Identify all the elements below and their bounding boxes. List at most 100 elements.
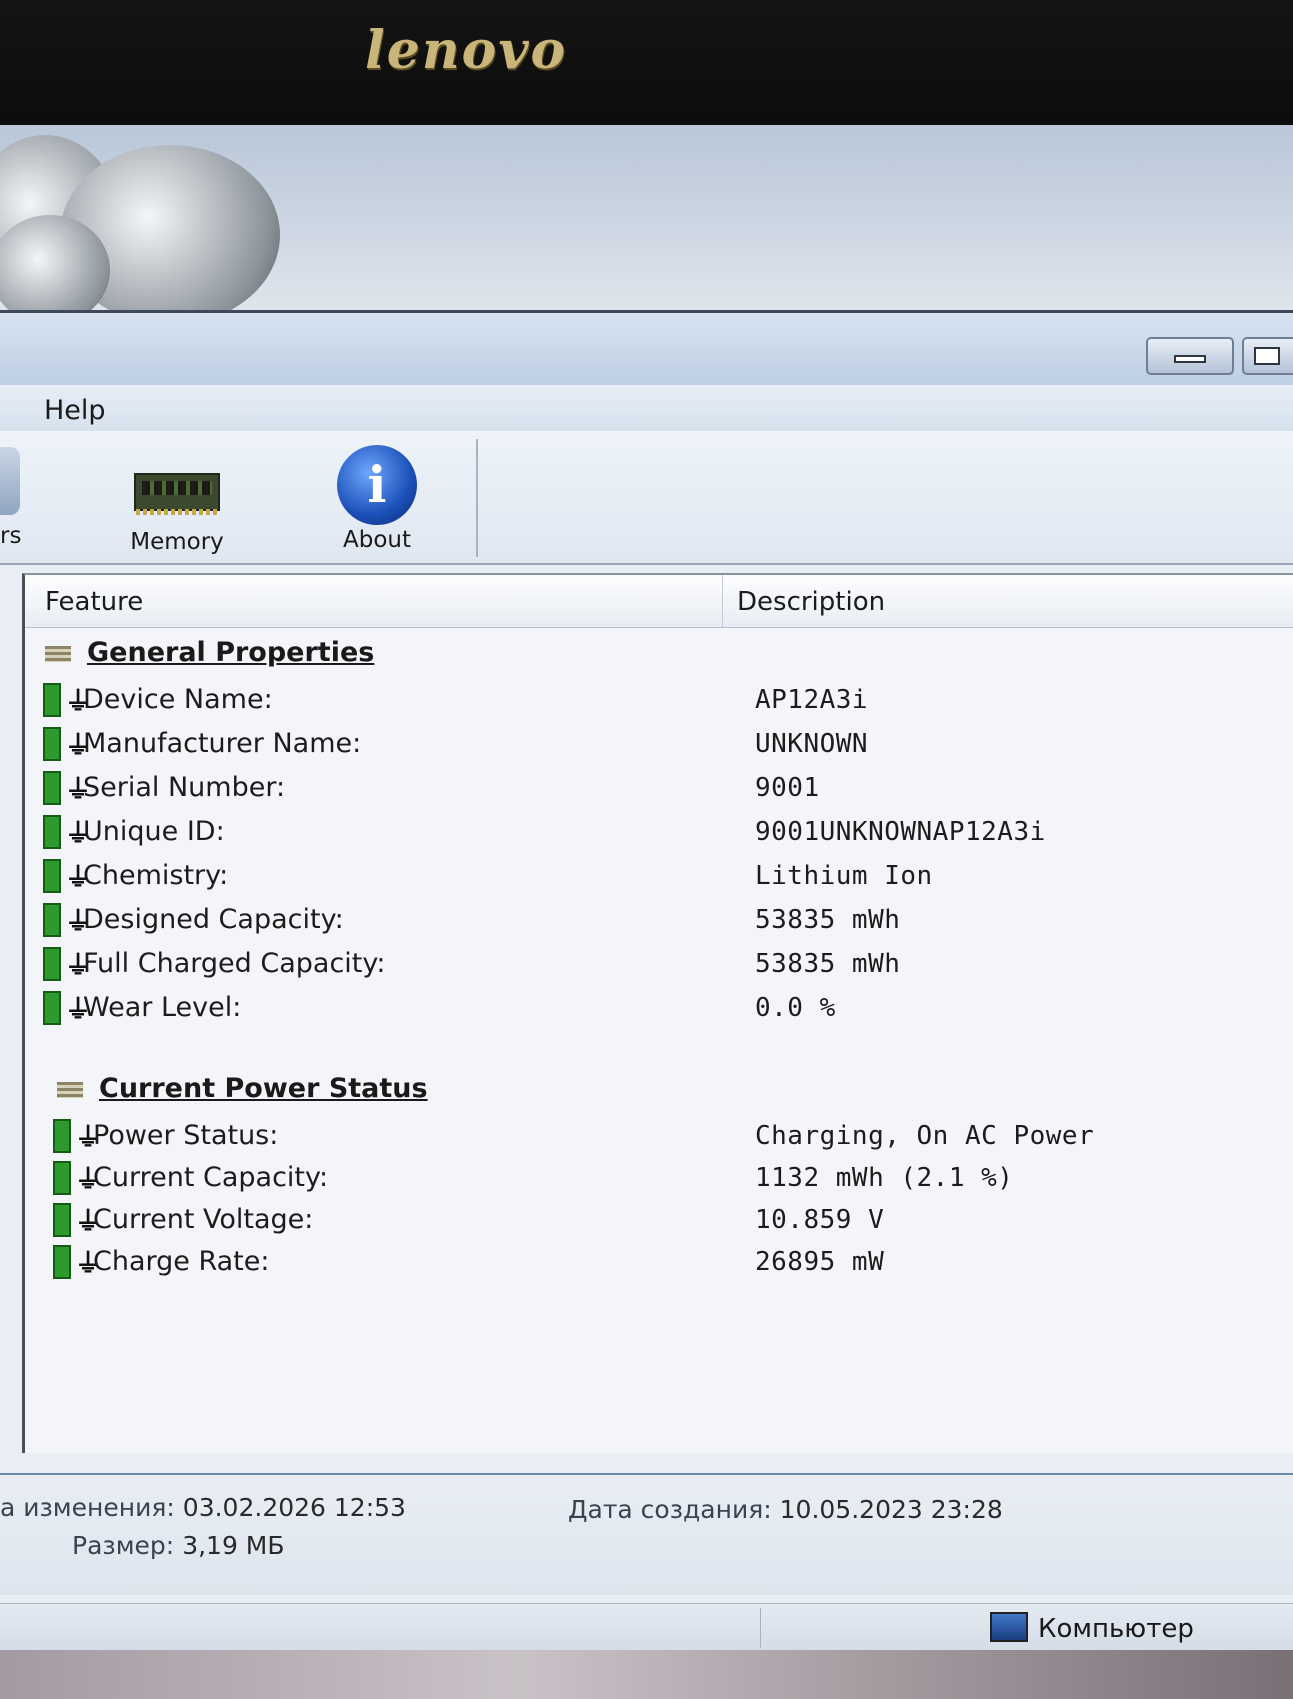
list-item[interactable]: ⏚Chemistry: Lithium Ion (43, 857, 1283, 897)
battery-icon (43, 770, 61, 805)
feature-label: Serial Number: (83, 772, 286, 803)
battery-icon (43, 726, 61, 761)
feature-value: 53835 mWh (755, 905, 901, 935)
toolbar-memory-label: Memory (130, 529, 224, 555)
size-label: Размер: (72, 1531, 175, 1560)
battery-icon (53, 1244, 71, 1279)
monitor-brand-logo: lenovo (365, 20, 568, 81)
list-item[interactable]: ⏚Serial Number: 9001 (43, 769, 1283, 809)
file-size: Размер: 3,19 МБ (72, 1531, 285, 1560)
feature-value: AP12A3i (755, 685, 869, 715)
plug-icon: ⏚ (65, 819, 92, 849)
plug-icon: ⏚ (75, 1249, 102, 1279)
toolbar-memory-button[interactable]: Memory (122, 445, 232, 555)
memory-module-icon (134, 473, 220, 515)
computer-icon (990, 1612, 1028, 1642)
feature-value: Lithium Ion (755, 861, 933, 891)
plug-icon: ⏚ (65, 951, 92, 981)
battery-icon (43, 946, 61, 981)
info-icon: i (337, 445, 417, 525)
feature-label: Device Name: (83, 684, 273, 715)
list-item[interactable]: ⏚Current Voltage: 10.859 V (53, 1201, 1293, 1241)
desktop-wallpaper (0, 125, 1293, 310)
feature-label: Unique ID: (83, 816, 225, 847)
feature-label: Full Charged Capacity: (83, 948, 386, 979)
size-value: 3,19 МБ (182, 1531, 285, 1560)
plug-icon: ⏚ (65, 863, 92, 893)
feature-label: Power Status: (93, 1120, 279, 1151)
list-item[interactable]: ⏚Unique ID: 9001UNKNOWNAP12A3i (43, 813, 1283, 853)
monitor-bezel: lenovo (0, 0, 1293, 125)
list-item[interactable]: ⏚Designed Capacity: 53835 mWh (43, 901, 1283, 941)
list-item[interactable]: ⏚Full Charged Capacity: 53835 mWh (43, 945, 1283, 985)
file-details-pane: а изменения: 03.02.2026 12:53 Дата созда… (0, 1473, 1293, 1595)
minimize-button[interactable] (1146, 337, 1234, 375)
statusbar-location: Компьютер (1038, 1614, 1194, 1644)
feature-label: Chemistry: (83, 860, 229, 891)
toolbar-about-button[interactable]: i About (322, 445, 432, 553)
list-item[interactable]: ⏚Manufacturer Name: UNKNOWN (43, 725, 1283, 765)
maximize-button[interactable] (1242, 337, 1293, 375)
section-title: General Properties (87, 637, 375, 668)
section-icon (45, 645, 71, 662)
minimize-icon (1174, 355, 1206, 363)
feature-label: Current Capacity: (93, 1162, 329, 1193)
feature-value: 1132 mWh (2.1 %) (755, 1163, 1014, 1193)
battery-icon (53, 1118, 71, 1153)
battery-icon (53, 1160, 71, 1195)
status-bar: Компьютер (0, 1603, 1293, 1652)
section-general-properties: General Properties (45, 637, 374, 668)
feature-label: Designed Capacity: (83, 904, 344, 935)
section-title: Current Power Status (99, 1073, 428, 1104)
modified-label: а изменения: (0, 1493, 175, 1522)
battery-info-window: Help rs Memory i About Feature Descripti… (0, 310, 1293, 1653)
statusbar-separator (760, 1608, 761, 1648)
column-header-feature[interactable]: Feature (45, 587, 143, 617)
list-item[interactable]: ⏚Power Status: Charging, On AC Power (53, 1117, 1293, 1157)
feature-value: UNKNOWN (755, 729, 869, 759)
plug-icon: ⏚ (75, 1165, 102, 1195)
battery-icon (43, 814, 61, 849)
plug-icon: ⏚ (65, 775, 92, 805)
battery-icon (43, 990, 61, 1025)
battery-icon (43, 858, 61, 893)
plug-icon: ⏚ (75, 1207, 102, 1237)
battery-properties-list[interactable]: Feature Description General Properties ⏚… (22, 573, 1293, 1453)
plug-icon: ⏚ (65, 907, 92, 937)
feature-value: 0.0 % (755, 993, 836, 1023)
feature-label: Wear Level: (83, 992, 242, 1023)
feature-value: 26895 mW (755, 1247, 885, 1277)
created-date: Дата создания: 10.05.2023 23:28 (568, 1495, 1003, 1524)
menu-bar: Help (0, 385, 1293, 432)
menu-help[interactable]: Help (44, 395, 106, 426)
list-item[interactable]: ⏚Wear Level: 0.0 % (43, 989, 1283, 1029)
list-header: Feature Description (25, 575, 1293, 628)
partial-toolbar-label: rs (0, 523, 22, 549)
feature-label: Manufacturer Name: (83, 728, 362, 759)
maximize-icon (1254, 347, 1280, 365)
plug-icon: ⏚ (65, 687, 92, 717)
list-item[interactable]: ⏚Charge Rate: 26895 mW (53, 1243, 1293, 1283)
created-value: 10.05.2023 23:28 (779, 1495, 1003, 1524)
section-icon (57, 1081, 83, 1098)
feature-value: 9001UNKNOWNAP12A3i (755, 817, 1046, 847)
modified-date: а изменения: 03.02.2026 12:53 (0, 1493, 406, 1522)
list-item[interactable]: ⏚Current Capacity: 1132 mWh (2.1 %) (53, 1159, 1293, 1199)
feature-value: 9001 (755, 773, 820, 803)
plug-icon: ⏚ (75, 1123, 102, 1153)
column-divider[interactable] (722, 575, 723, 627)
window-titlebar[interactable] (0, 313, 1293, 385)
plug-icon: ⏚ (65, 995, 92, 1025)
modified-value: 03.02.2026 12:53 (182, 1493, 406, 1522)
feature-value: 53835 mWh (755, 949, 901, 979)
toolbar: rs Memory i About (0, 431, 1293, 565)
list-item[interactable]: ⏚Device Name: AP12A3i (43, 681, 1283, 721)
section-current-power-status: Current Power Status (57, 1073, 428, 1104)
toolbar-about-label: About (342, 527, 411, 553)
column-header-description[interactable]: Description (737, 587, 885, 617)
partial-toolbar-icon[interactable] (0, 447, 20, 515)
created-label: Дата создания: (568, 1495, 772, 1524)
plug-icon: ⏚ (65, 731, 92, 761)
battery-icon (43, 902, 61, 937)
feature-value: Charging, On AC Power (755, 1121, 1095, 1151)
